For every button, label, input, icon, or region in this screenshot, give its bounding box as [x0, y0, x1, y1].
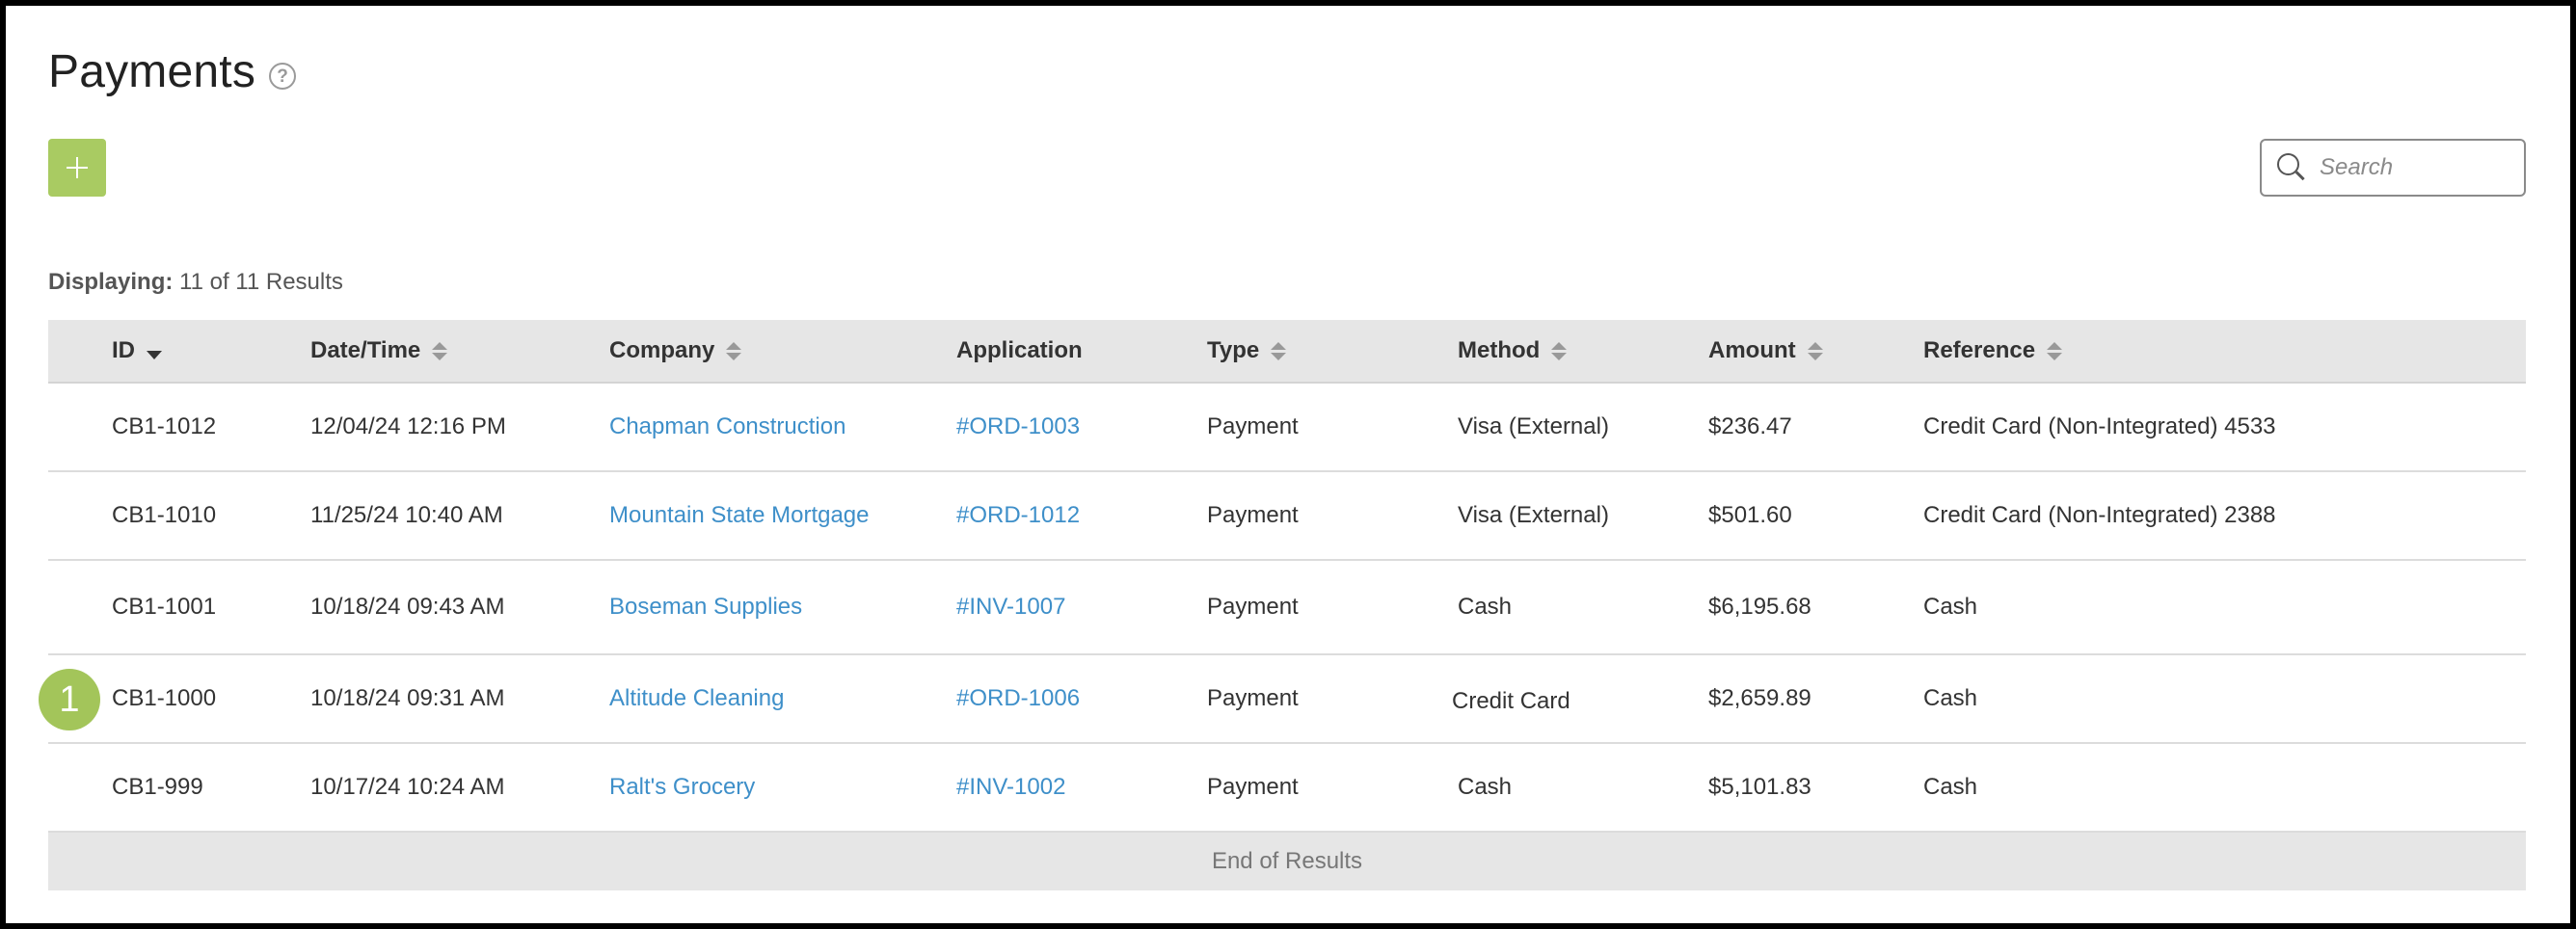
table-row[interactable]: CB1-1012 12/04/24 12:16 PM Chapman Const…: [48, 384, 2526, 472]
search-input[interactable]: [2320, 154, 2512, 181]
company-link[interactable]: Ralt's Grocery: [609, 744, 755, 831]
column-header-label: Reference: [1923, 337, 2036, 363]
column-header-datetime[interactable]: Date/Time: [310, 320, 448, 382]
cell-datetime: 10/18/24 09:31 AM: [310, 685, 505, 711]
help-circle-icon[interactable]: ?: [269, 63, 297, 90]
table-row[interactable]: CB1-1010 11/25/24 10:40 AM Mountain Stat…: [48, 472, 2526, 561]
sort-icon: [1271, 341, 1287, 360]
cell-method: Cash: [1458, 594, 1513, 620]
plus-icon: [67, 157, 88, 178]
cell-method: Visa (External): [1458, 413, 1609, 439]
sort-icon: [432, 341, 448, 360]
sort-icon: [2047, 341, 2063, 360]
cell-reference: Credit Card (Non-Integrated) 2388: [1923, 502, 2276, 528]
table-row[interactable]: CB1-999 10/17/24 10:24 AM Ralt's Grocery…: [48, 744, 2526, 833]
column-header-label: Type: [1207, 337, 1260, 363]
company-link[interactable]: Boseman Supplies: [609, 561, 802, 653]
payments-table: ID Date/Time Company Application Type Me…: [39, 320, 2526, 890]
cell-id: CB1-1010: [112, 502, 217, 528]
cell-datetime: 12/04/24 12:16 PM: [310, 413, 506, 439]
cell-amount: $2,659.89: [1708, 685, 1811, 711]
search-icon: [2277, 153, 2306, 182]
column-header-label: Amount: [1708, 337, 1796, 363]
application-link[interactable]: #ORD-1012: [956, 472, 1080, 559]
column-header-company[interactable]: Company: [609, 320, 742, 382]
cell-type: Payment: [1207, 413, 1299, 439]
column-header-method[interactable]: Method: [1458, 320, 1568, 382]
column-header-label: Company: [609, 337, 715, 363]
sort-icon: [726, 341, 742, 360]
table-header: ID Date/Time Company Application Type Me…: [48, 320, 2526, 384]
cell-type: Payment: [1207, 502, 1299, 528]
cell-reference: Cash: [1923, 594, 1978, 620]
results-count: Displaying: 11 of 11 Results: [48, 269, 343, 296]
cell-type: Payment: [1207, 685, 1299, 711]
title-row: Payments ?: [48, 42, 297, 100]
search-box[interactable]: [2260, 139, 2526, 197]
cell-amount: $501.60: [1708, 502, 1792, 528]
cell-id: CB1-1012: [112, 413, 217, 439]
results-count-text: 11 of 11 Results: [179, 269, 343, 295]
cell-datetime: 10/18/24 09:43 AM: [310, 594, 505, 620]
sort-desc-icon: [147, 350, 162, 359]
column-header-id[interactable]: ID: [112, 320, 162, 382]
cell-reference: Cash: [1923, 685, 1978, 711]
cell-method: Visa (External): [1458, 502, 1609, 528]
sort-icon: [1807, 341, 1823, 360]
column-header-application: Application: [956, 320, 1083, 382]
application-link[interactable]: #INV-1007: [956, 561, 1065, 653]
column-header-reference[interactable]: Reference: [1923, 320, 2063, 382]
company-link[interactable]: Altitude Cleaning: [609, 655, 784, 742]
end-of-results: End of Results: [48, 833, 2526, 890]
company-link[interactable]: Chapman Construction: [609, 384, 845, 470]
application-link[interactable]: #ORD-1003: [956, 384, 1080, 470]
cell-datetime: 10/17/24 10:24 AM: [310, 774, 505, 800]
application-link[interactable]: #ORD-1006: [956, 655, 1080, 742]
column-header-label: Date/Time: [310, 337, 421, 363]
column-header-label: Method: [1458, 337, 1541, 363]
cell-method: Cash: [1458, 774, 1513, 800]
cell-id: CB1-1001: [112, 594, 217, 620]
column-header-label: ID: [112, 337, 135, 363]
payments-page: Payments ? Displaying: 11 of 11 Results …: [6, 6, 2570, 923]
cell-method: Credit Card: [1452, 688, 1570, 714]
cell-id: CB1-1000: [112, 685, 217, 711]
cell-amount: $6,195.68: [1708, 594, 1811, 620]
table-row[interactable]: 1 CB1-1000 10/18/24 09:31 AM Altitude Cl…: [39, 655, 2526, 744]
sort-icon: [1551, 341, 1568, 360]
cell-amount: $236.47: [1708, 413, 1792, 439]
results-count-label: Displaying:: [48, 269, 174, 295]
step-badge: 1: [39, 669, 100, 730]
cell-reference: Cash: [1923, 774, 1978, 800]
cell-type: Payment: [1207, 774, 1299, 800]
column-header-label: Application: [956, 337, 1083, 363]
cell-reference: Credit Card (Non-Integrated) 4533: [1923, 413, 2276, 439]
add-payment-button[interactable]: [48, 139, 106, 197]
end-of-results-text: End of Results: [1211, 848, 1363, 874]
column-header-type[interactable]: Type: [1207, 320, 1287, 382]
table-row[interactable]: CB1-1001 10/18/24 09:43 AM Boseman Suppl…: [48, 561, 2526, 655]
cell-amount: $5,101.83: [1708, 774, 1811, 800]
page-title: Payments: [48, 45, 256, 97]
column-header-amount[interactable]: Amount: [1708, 320, 1823, 382]
cell-datetime: 11/25/24 10:40 AM: [310, 502, 503, 528]
application-link[interactable]: #INV-1002: [956, 744, 1065, 831]
cell-type: Payment: [1207, 594, 1299, 620]
cell-id: CB1-999: [112, 774, 203, 800]
company-link[interactable]: Mountain State Mortgage: [609, 472, 870, 559]
